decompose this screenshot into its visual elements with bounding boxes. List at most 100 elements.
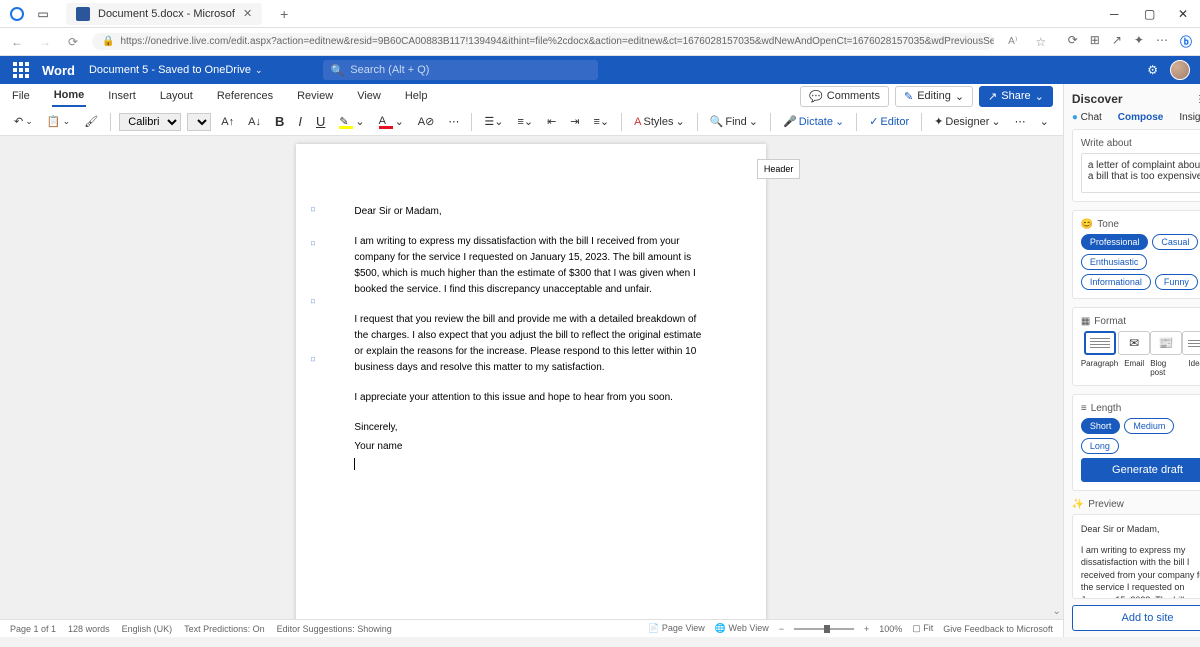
font-size-select[interactable]: 11 xyxy=(187,113,211,131)
tone-chip-casual[interactable]: Casual xyxy=(1152,234,1198,250)
doc-name[interactable]: Document 5 - Saved to OneDrive xyxy=(89,64,251,76)
align-button[interactable]: ≡⌄ xyxy=(590,113,614,130)
tab-compose[interactable]: Compose xyxy=(1118,112,1164,123)
zoom-in-button[interactable]: + xyxy=(864,624,869,634)
tone-chip-funny[interactable]: Funny xyxy=(1155,274,1198,290)
share-icon[interactable]: ↗ xyxy=(1112,33,1122,50)
format-painter-button[interactable]: 🖌 xyxy=(80,113,102,130)
language[interactable]: English (UK) xyxy=(122,624,173,634)
format-email[interactable]: ✉Email xyxy=(1118,331,1150,377)
page-view-button[interactable]: 📄 Page View xyxy=(648,623,705,634)
length-chip-long[interactable]: Long xyxy=(1081,438,1119,454)
tab-review[interactable]: Review xyxy=(295,86,335,106)
text-cursor xyxy=(354,458,355,470)
favorite-icon[interactable]: ☆ xyxy=(1032,35,1050,49)
more-font-button[interactable]: ⋯ xyxy=(444,113,463,130)
editing-mode-button[interactable]: ✎Editing⌄ xyxy=(895,86,973,107)
settings-icon[interactable]: ⚙ xyxy=(1147,63,1158,77)
tab-home[interactable]: Home xyxy=(52,85,87,107)
address-bar[interactable]: 🔒 https://onedrive.live.com/edit.aspx?ac… xyxy=(92,33,994,50)
editor-button[interactable]: ✓Editor xyxy=(865,113,913,130)
format-paragraph[interactable]: Paragraph xyxy=(1081,331,1118,377)
tab-layout[interactable]: Layout xyxy=(158,86,195,106)
new-tab-button[interactable]: + xyxy=(280,6,288,22)
designer-button[interactable]: ✦Designer⌄ xyxy=(930,113,1004,130)
highlight-button[interactable]: ✎⌄ xyxy=(335,113,368,131)
tab-help[interactable]: Help xyxy=(403,86,430,106)
search-input[interactable]: 🔍 Search (Alt + Q) xyxy=(323,60,598,80)
tab-references[interactable]: References xyxy=(215,86,275,106)
forward-button[interactable]: → xyxy=(36,35,54,49)
maximize-button[interactable]: ▢ xyxy=(1144,7,1158,21)
edge-icon[interactable] xyxy=(8,5,26,23)
web-view-button[interactable]: 🌐 Web View xyxy=(715,623,769,634)
collections-icon[interactable]: ⊞ xyxy=(1090,33,1100,50)
scroll-down-icon[interactable]: ⌄ xyxy=(1052,606,1060,617)
numbering-button[interactable]: ≡⌄ xyxy=(513,113,537,130)
close-tab-icon[interactable]: ✕ xyxy=(243,7,252,20)
zoom-level[interactable]: 100% xyxy=(879,624,902,634)
length-chip-short[interactable]: Short xyxy=(1081,418,1121,434)
page-count[interactable]: Page 1 of 1 xyxy=(10,624,56,634)
decrease-indent-button[interactable]: ⇤ xyxy=(543,113,560,130)
tab-insights[interactable]: Insights xyxy=(1179,112,1200,123)
add-to-site-button[interactable]: Add to site xyxy=(1072,605,1200,631)
sync-icon[interactable]: ⟳ xyxy=(1068,33,1078,50)
tone-chip-informational[interactable]: Informational xyxy=(1081,274,1151,290)
document-canvas[interactable]: Header ◇ Dear Sir or Madam, ◇ I am writi… xyxy=(0,136,1063,619)
share-button[interactable]: ↗Share⌄ xyxy=(979,86,1053,107)
editor-suggestions[interactable]: Editor Suggestions: Showing xyxy=(277,624,392,634)
tone-chip-professional[interactable]: Professional xyxy=(1081,234,1149,250)
tab-insert[interactable]: Insert xyxy=(106,86,138,106)
zoom-slider[interactable] xyxy=(794,628,854,630)
underline-button[interactable]: U xyxy=(312,112,329,131)
bold-button[interactable]: B xyxy=(271,112,288,131)
shrink-font-button[interactable]: A↓ xyxy=(244,114,265,130)
find-button[interactable]: 🔍Find⌄ xyxy=(706,113,762,130)
prompt-textarea[interactable]: a letter of complaint about a bill that … xyxy=(1081,153,1200,193)
collapse-ribbon-button[interactable]: ⌄ xyxy=(1036,113,1053,130)
format-blog[interactable]: 📰Blog post xyxy=(1150,331,1182,377)
undo-button[interactable]: ↶⌄ xyxy=(10,113,37,130)
tone-chip-enthusiastic[interactable]: Enthusiastic xyxy=(1081,254,1148,270)
grow-font-button[interactable]: A↑ xyxy=(217,114,238,130)
clear-format-button[interactable]: A⊘ xyxy=(414,113,439,130)
extensions-icon[interactable]: ✦ xyxy=(1134,33,1144,50)
font-color-button[interactable]: A⌄ xyxy=(375,113,408,131)
refresh-button[interactable]: ⟳ xyxy=(64,35,82,49)
font-family-select[interactable]: Calibri (Body) xyxy=(119,113,181,131)
close-window-button[interactable]: ✕ xyxy=(1178,7,1192,21)
more-icon[interactable]: ⋯ xyxy=(1156,33,1168,50)
minimize-button[interactable]: ─ xyxy=(1110,7,1124,21)
browser-tab[interactable]: Document 5.docx - Microsof ✕ xyxy=(66,3,262,25)
user-avatar[interactable] xyxy=(1170,60,1190,80)
more-toolbar-button[interactable]: ⋯ xyxy=(1011,113,1030,130)
zoom-out-button[interactable]: − xyxy=(779,624,784,634)
tab-view[interactable]: View xyxy=(355,86,383,106)
bullets-button[interactable]: ☰⌄ xyxy=(480,113,507,130)
tab-file[interactable]: File xyxy=(10,86,32,106)
increase-indent-button[interactable]: ⇥ xyxy=(566,113,583,130)
format-ideas[interactable]: Ideas xyxy=(1182,331,1200,377)
page[interactable]: Header ◇ Dear Sir or Madam, ◇ I am writi… xyxy=(296,144,766,619)
doc-name-chevron[interactable]: ⌄ xyxy=(255,65,263,76)
workspace-icon[interactable]: ▭ xyxy=(34,5,52,23)
comments-button[interactable]: 💬Comments xyxy=(800,86,889,107)
length-chip-medium[interactable]: Medium xyxy=(1124,418,1174,434)
feedback-link[interactable]: Give Feedback to Microsoft xyxy=(943,624,1053,634)
italic-button[interactable]: I xyxy=(294,112,306,131)
app-launcher[interactable] xyxy=(10,59,32,81)
header-button[interactable]: Header xyxy=(757,159,801,179)
read-aloud-icon[interactable]: A⁾ xyxy=(1004,36,1022,47)
styles-button[interactable]: AStyles⌄ xyxy=(630,113,689,130)
discover-more-icon[interactable]: ⋮ xyxy=(1195,94,1200,105)
tab-chat[interactable]: ● Chat xyxy=(1072,112,1102,123)
bing-icon[interactable]: ⓑ xyxy=(1180,33,1192,50)
dictate-button[interactable]: 🎤Dictate⌄ xyxy=(779,113,848,130)
fit-button[interactable]: ▢ Fit xyxy=(912,623,933,634)
text-predictions[interactable]: Text Predictions: On xyxy=(184,624,265,634)
paste-button[interactable]: 📋⌄ xyxy=(43,113,74,130)
back-button[interactable]: ← xyxy=(8,35,26,49)
word-count[interactable]: 128 words xyxy=(68,624,110,634)
generate-draft-button[interactable]: Generate draft xyxy=(1081,458,1200,482)
